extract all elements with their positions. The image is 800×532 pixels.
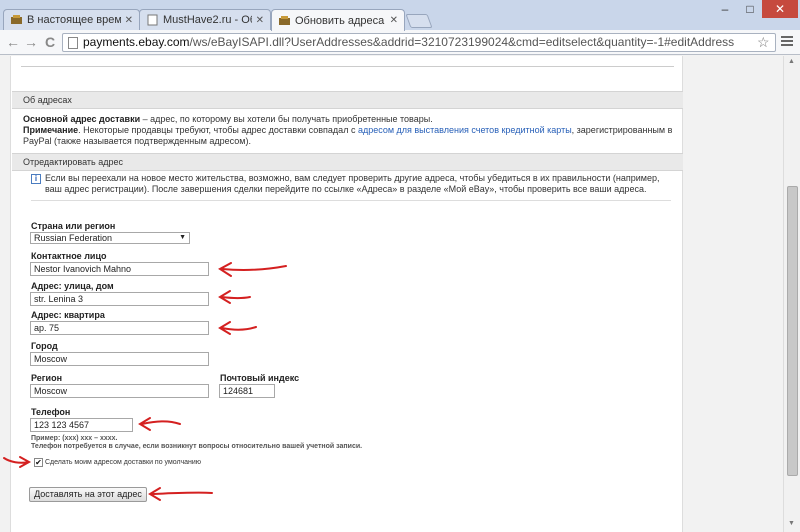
scroll-down-icon[interactable]: ▼	[788, 520, 795, 527]
info-box: i Если вы переехали на новое место жител…	[31, 173, 671, 201]
tab-1[interactable]: В настоящее время ✕	[3, 9, 140, 30]
close-icon[interactable]: ✕	[390, 15, 398, 26]
zip-label: Почтовый индекс	[220, 373, 300, 383]
maximize-button[interactable]: □	[738, 0, 762, 18]
scrollbar-thumb[interactable]	[787, 186, 798, 476]
region-input[interactable]: Moscow	[30, 384, 209, 398]
scroll-up-icon[interactable]: ▲	[788, 58, 795, 65]
tab-label: В настоящее время	[27, 14, 121, 26]
primary-address-desc: – адрес, по которому вы хотели бы получа…	[140, 114, 433, 124]
about-heading: Об адресах	[12, 91, 683, 109]
zip-input[interactable]: 124681	[219, 384, 275, 398]
country-label: Страна или регион	[31, 221, 116, 231]
tab-3-active[interactable]: Обновить адреса дс ✕	[271, 9, 405, 31]
info-text: Если вы переехали на новое место жительс…	[45, 173, 660, 194]
dropdown-arrow-icon: ▼	[179, 234, 186, 241]
close-window-button[interactable]: ✕	[762, 0, 798, 18]
address-bar[interactable]: payments.ebay.com/ws/eBayISAPI.dll?UserA…	[62, 33, 776, 52]
default-address-checkbox[interactable]: ✔	[34, 458, 43, 467]
page-icon	[68, 37, 78, 49]
primary-address-term: Основной адрес доставки	[23, 114, 141, 124]
phone-label: Телефон	[31, 407, 71, 417]
shopping-cart-icon	[11, 15, 22, 24]
city-input[interactable]: Moscow	[30, 352, 209, 366]
tab-label: MustHave2.ru - Обз	[163, 14, 252, 26]
page-icon	[147, 14, 158, 26]
new-tab-button[interactable]	[405, 14, 433, 28]
country-select[interactable]: Russian Federation ▼	[30, 232, 190, 244]
note-text: . Некоторые продавцы требуют, чтобы адре…	[78, 125, 358, 135]
menu-icon[interactable]	[781, 36, 793, 48]
scrollbar[interactable]: ▲ ▼	[783, 56, 800, 532]
close-icon[interactable]: ✕	[256, 15, 264, 26]
phone-note: Телефон потребуется в случае, если возни…	[31, 443, 363, 450]
street-label: Адрес: улица, дом	[31, 281, 114, 291]
region-label: Регион	[31, 373, 62, 383]
apartment-label: Адрес: квартира	[31, 310, 105, 320]
shopping-cart-icon	[279, 15, 290, 25]
url-path: /ws/eBayISAPI.dll?UserAddresses&addrid=3…	[189, 35, 735, 49]
about-text: Основной адрес доставки – адрес, по кото…	[23, 114, 678, 147]
default-address-label: Сделать моим адресом доставки по умолчан…	[45, 459, 202, 466]
note-term: Примечание	[23, 125, 79, 135]
phone-example: Пример: (xxx) xxx – xxxx.	[31, 435, 118, 442]
close-icon[interactable]: ✕	[125, 15, 133, 26]
url-host: payments.ebay.com	[83, 35, 190, 49]
tab-2[interactable]: MustHave2.ru - Обз ✕	[139, 9, 271, 30]
contact-input[interactable]: Nestor Ivanovich Mahno	[30, 262, 209, 276]
phone-input[interactable]: 123 123 4567	[30, 418, 133, 432]
divider	[21, 66, 674, 67]
tab-label: Обновить адреса дс	[295, 14, 386, 27]
city-label: Город	[31, 341, 58, 351]
browser-toolbar: ← → C payments.ebay.com/ws/eBayISAPI.dll…	[0, 30, 800, 55]
viewport: Об адресах Основной адрес доставки – адр…	[0, 56, 783, 532]
back-button[interactable]: ←	[4, 33, 22, 51]
bookmark-star-icon[interactable]: ☆	[757, 34, 770, 51]
minimize-button[interactable]: –	[712, 0, 738, 18]
reload-button[interactable]: C	[41, 33, 59, 51]
page-content: Об адресах Основной адрес доставки – адр…	[10, 56, 683, 532]
contact-label: Контактное лицо	[31, 251, 107, 261]
ship-to-address-button[interactable]: Доставлять на этот адрес	[29, 487, 147, 502]
forward-button[interactable]: →	[22, 33, 40, 51]
tab-strip: В настоящее время ✕ MustHave2.ru - Обз ✕…	[0, 0, 800, 31]
street-input[interactable]: str. Lenina 3	[30, 292, 209, 306]
edit-heading: Отредактировать адрес	[12, 153, 683, 171]
billing-address-link[interactable]: адресом для выставления счетов кредитной…	[358, 125, 572, 135]
country-value: Russian Federation	[34, 233, 113, 243]
info-icon: i	[31, 174, 41, 184]
apartment-input[interactable]: ap. 75	[30, 321, 209, 335]
